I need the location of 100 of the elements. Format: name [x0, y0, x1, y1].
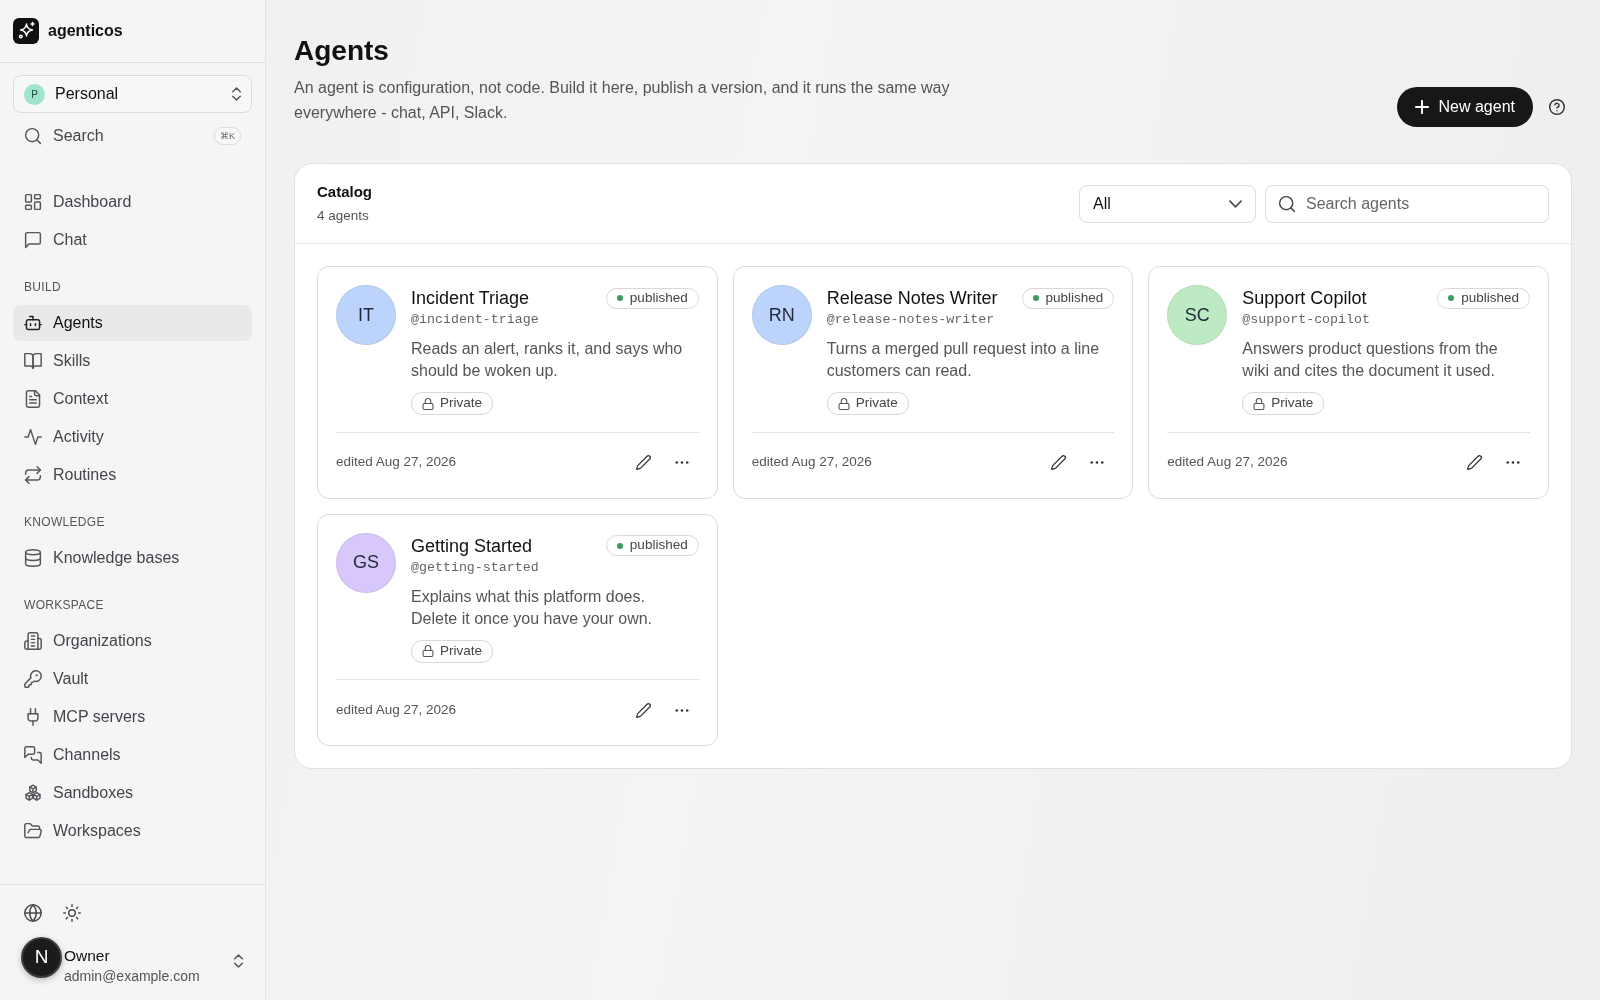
- agent-card[interactable]: IT Incident Triage published @incident-triage Reads an alert, ranks it, and says who should be woken up. Private edited Aug 27, 2026: [317, 266, 718, 499]
- edited-date: edited Aug 27, 2026: [1167, 453, 1288, 472]
- status-dot-icon: [616, 542, 623, 549]
- status-dot-icon: [1448, 295, 1455, 301]
- sidebar-item[interactable]: Knowledge bases: [13, 540, 252, 576]
- new-agent-button[interactable]: New agent: [1396, 87, 1533, 127]
- agent-avatar: IT: [336, 285, 396, 345]
- agent-description: Explains what this platform does. Delete it once you have your own.: [411, 586, 654, 629]
- cubes-icon: [24, 784, 42, 802]
- agent-handle: @support-copilot: [1242, 311, 1371, 329]
- search-icon: [24, 127, 42, 145]
- lock-icon: [422, 645, 434, 657]
- sidebar-item[interactable]: Channels: [13, 737, 252, 773]
- agent-description: Turns a merged pull request into a line customers can read.: [826, 339, 1101, 381]
- pulse-line-icon: [24, 428, 42, 446]
- more-options-icon[interactable]: [1090, 461, 1105, 464]
- sidebar-item[interactable]: Sandboxes: [13, 775, 252, 811]
- book-icon: [24, 352, 42, 370]
- visibility-text: Private: [440, 641, 483, 660]
- visibility-text: Private: [1271, 394, 1314, 413]
- agent-avatar: SC: [1167, 285, 1228, 345]
- agent-handle: @release-notes-writer: [826, 311, 996, 329]
- agent-handle: @getting-started: [411, 558, 540, 577]
- sidebar-item[interactable]: Chat: [13, 222, 252, 258]
- edit-pencil-icon[interactable]: [1051, 455, 1067, 470]
- agent-name: Support Copilot: [1242, 287, 1367, 310]
- sidebar-item[interactable]: Organizations: [13, 623, 252, 659]
- help-icon[interactable]: [1549, 99, 1565, 115]
- edit-pencil-icon[interactable]: [635, 702, 651, 718]
- chat-bubbles-icon: [24, 746, 42, 764]
- status-text: published: [629, 536, 688, 555]
- sidebar-item[interactable]: Context: [13, 381, 252, 417]
- lock-icon: [1253, 397, 1266, 410]
- agent-name: Release Notes Writer: [826, 287, 998, 310]
- building-icon: [24, 632, 42, 650]
- edit-pencil-icon[interactable]: [635, 455, 651, 470]
- more-options-icon[interactable]: [1506, 461, 1520, 464]
- sidebar-item[interactable]: Agents: [13, 305, 252, 341]
- workspace-switcher[interactable]: P Personal: [13, 75, 252, 113]
- agent-avatar: RN: [751, 285, 812, 345]
- agent-name: Getting Started: [411, 534, 533, 558]
- filter-dropdown[interactable]: All: [1079, 184, 1256, 223]
- sidebar-item[interactable]: Skills: [13, 343, 252, 379]
- sidebar-item[interactable]: Workspaces: [13, 813, 252, 849]
- chevron-up-down-icon[interactable]: [234, 954, 243, 968]
- search-button[interactable]: Search ⌘K: [13, 118, 252, 154]
- agent-card[interactable]: RN Release Notes Writer published @release-notes-writer Turns a merged pull request into a line customers can read. Private edited Aug 27, 2026: [732, 266, 1134, 499]
- section-heading: KNOWLEDGE: [23, 514, 106, 531]
- repeat-arrows-icon: [24, 466, 42, 484]
- page-description: An agent is configuration, not code. Build it here, publish a version, and it runs the same way everywhere - chat, API, Slack.: [294, 78, 951, 123]
- status-dot-icon: [1032, 295, 1039, 301]
- agent-card[interactable]: GS Getting Started published @getting-started Explains what this platform does. Delete it once you have your own. Private edited Aug 27, 2026: [317, 513, 718, 746]
- search-field[interactable]: Search agents: [1265, 184, 1549, 223]
- agent-card[interactable]: SC Support Copilot published @support-copilot Answers product questions from the wiki and cites the document it used. Private edited Aug 27, 2026: [1148, 266, 1549, 499]
- sidebar-item[interactable]: Routines: [13, 457, 252, 493]
- status-text: published: [629, 288, 688, 307]
- agent-description: Answers product questions from the wiki and cites the document it used.: [1242, 339, 1499, 381]
- user-email: admin@example.com: [64, 967, 200, 986]
- agent-name: Incident Triage: [411, 287, 530, 310]
- status-text: published: [1461, 288, 1519, 307]
- sidebar-item[interactable]: Dashboard: [13, 184, 252, 220]
- logo-icon: [13, 18, 39, 44]
- status-text: published: [1045, 288, 1104, 307]
- chat-bubble-icon: [24, 231, 42, 249]
- visibility-text: Private: [855, 394, 898, 413]
- agent-description: Reads an alert, ranks it, and says who should be woken up.: [411, 339, 684, 381]
- status-dot-icon: [616, 295, 623, 301]
- chevron-up-down-icon: [232, 87, 241, 101]
- key-icon: [24, 670, 42, 688]
- more-options-icon[interactable]: [674, 708, 689, 712]
- document-icon: [24, 390, 42, 408]
- keyboard-shortcut: ⌘K: [214, 127, 241, 145]
- dev-tools-badge[interactable]: N: [21, 937, 62, 978]
- sidebar-item[interactable]: MCP servers: [13, 699, 252, 735]
- sidebar-item[interactable]: Activity: [13, 419, 252, 455]
- agent-avatar: GS: [336, 532, 396, 593]
- plus-icon: [1414, 100, 1429, 114]
- user-name: Owner: [64, 946, 111, 966]
- section-heading: BUILD: [23, 279, 62, 296]
- folder-icon: [24, 822, 42, 840]
- search-icon: [1278, 194, 1296, 213]
- database-icon: [24, 549, 42, 567]
- robot-icon: [24, 314, 42, 332]
- sun-icon[interactable]: [63, 904, 81, 922]
- edited-date: edited Aug 27, 2026: [336, 700, 457, 719]
- brand-name: agenticos: [48, 21, 123, 41]
- agent-handle: @incident-triage: [411, 311, 540, 329]
- globe-icon[interactable]: [24, 904, 42, 922]
- lock-icon: [422, 397, 434, 410]
- edited-date: edited Aug 27, 2026: [336, 453, 457, 472]
- lock-icon: [837, 397, 850, 410]
- edited-date: edited Aug 27, 2026: [751, 453, 872, 472]
- sidebar-item[interactable]: Vault: [13, 661, 252, 697]
- more-options-icon[interactable]: [674, 461, 689, 464]
- visibility-text: Private: [440, 394, 483, 413]
- section-heading: WORKSPACE: [23, 597, 105, 614]
- plug-icon: [24, 708, 42, 726]
- edit-pencil-icon[interactable]: [1467, 455, 1482, 470]
- dashboard-grid-icon: [24, 193, 42, 211]
- page-title: Agents: [294, 34, 390, 68]
